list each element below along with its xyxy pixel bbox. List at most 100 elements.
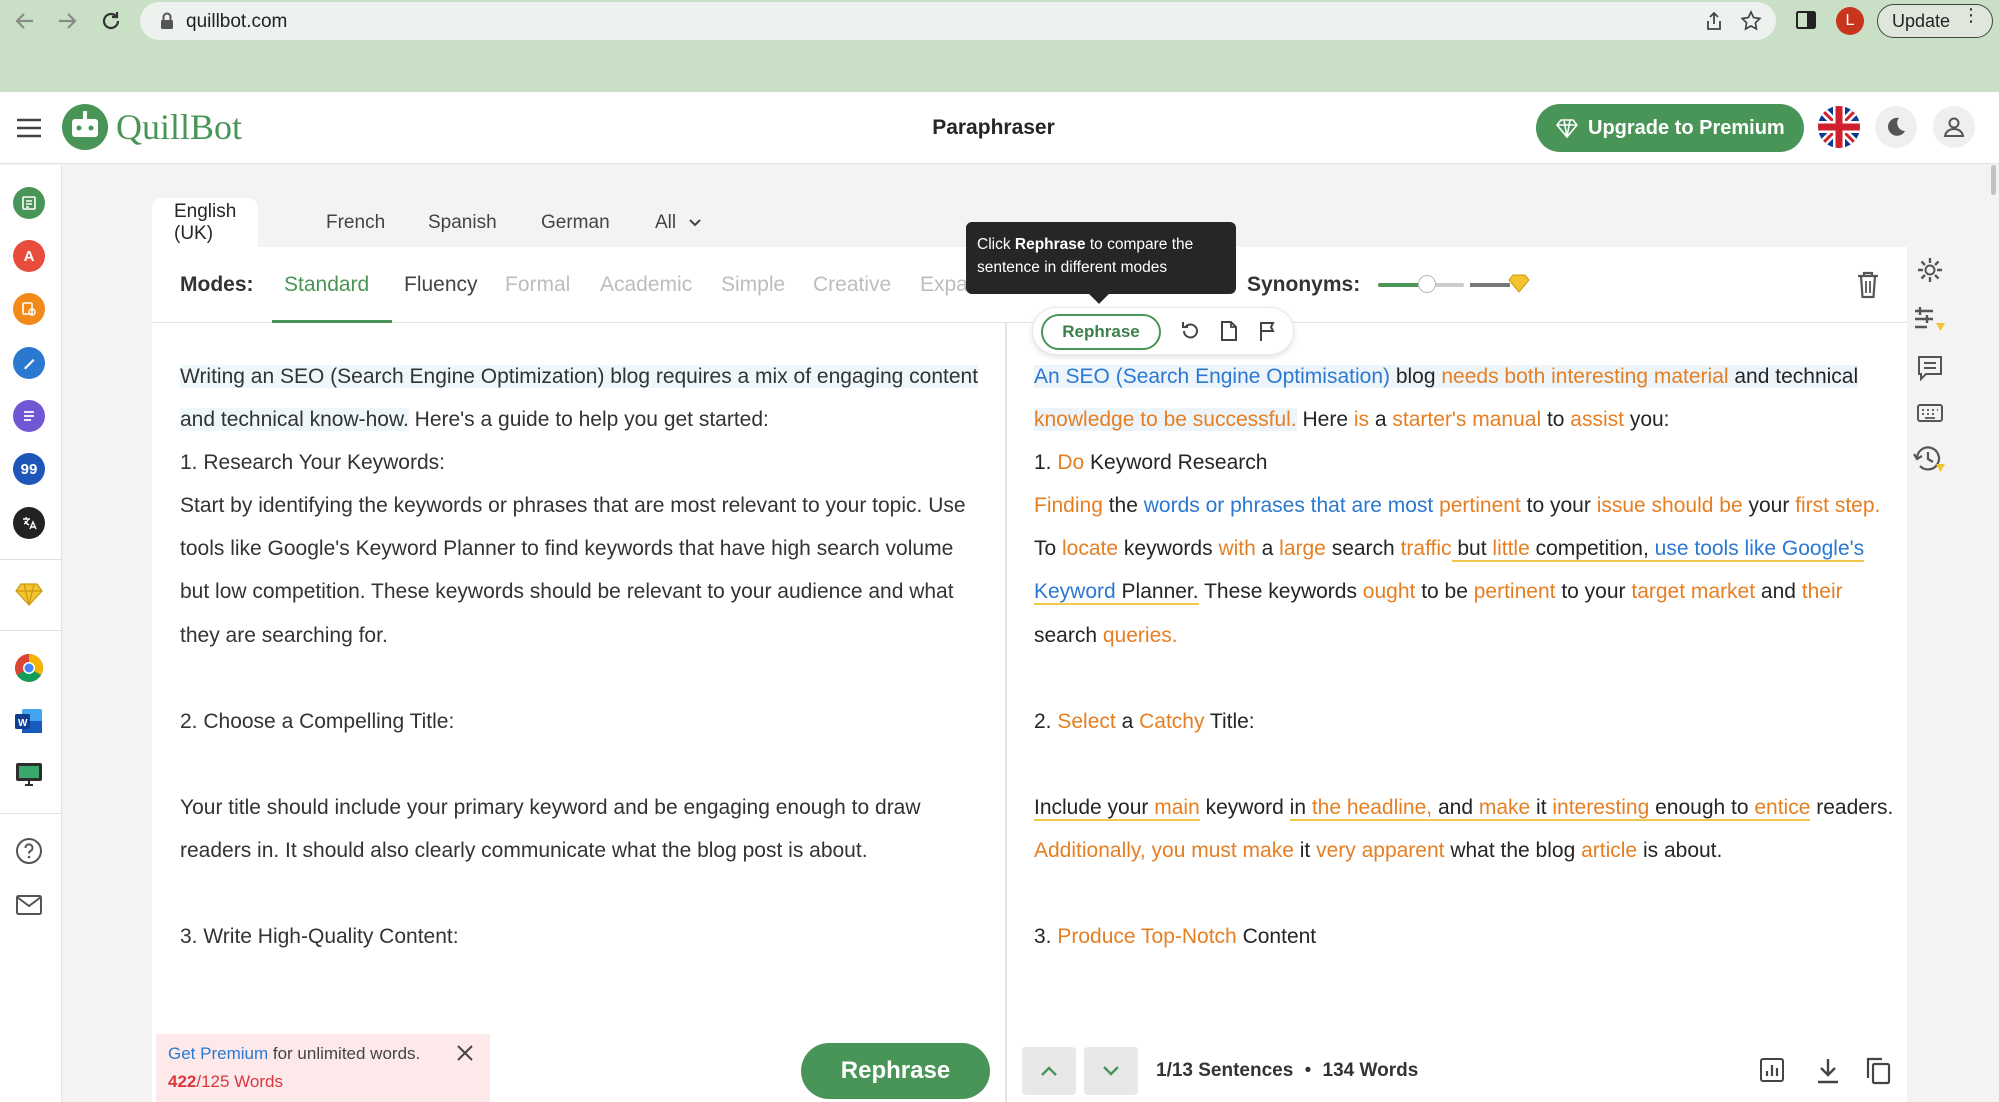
undo-icon[interactable] xyxy=(1179,320,1201,347)
output-changed-word[interactable]: pertinent xyxy=(1439,494,1521,517)
sidebar-icon[interactable] xyxy=(1794,8,1818,37)
paraphraser-icon[interactable] xyxy=(13,187,45,219)
address-bar[interactable]: quillbot.com xyxy=(140,2,1776,40)
sentence-rephrase-button[interactable]: Rephrase xyxy=(1041,314,1161,350)
output-changed-word[interactable]: is xyxy=(1354,408,1369,431)
output-changed-word[interactable]: interesting xyxy=(1552,796,1649,819)
citation-generator-icon[interactable]: 99 xyxy=(13,453,45,485)
chrome-extension-icon[interactable] xyxy=(13,652,45,684)
input-text-area[interactable]: Writing an SEO (Search Engine Optimizati… xyxy=(180,355,980,958)
upgrade-button[interactable]: Upgrade to Premium xyxy=(1536,104,1804,152)
mode-formal[interactable]: Formal xyxy=(505,273,570,297)
moon-icon[interactable] xyxy=(1875,106,1917,148)
close-icon[interactable] xyxy=(456,1044,474,1067)
output-changed-word[interactable]: article xyxy=(1581,839,1637,862)
output-changed-word[interactable]: entice xyxy=(1754,796,1810,819)
share-icon[interactable] xyxy=(1704,11,1724,36)
back-icon[interactable] xyxy=(10,6,40,36)
word-addin-icon[interactable]: W xyxy=(13,705,45,737)
output-changed-word[interactable]: Produce Top-Notch xyxy=(1057,925,1236,948)
star-icon[interactable] xyxy=(1740,10,1762,37)
output-text: Keyword Research xyxy=(1084,451,1268,475)
stats-icon[interactable] xyxy=(1758,1056,1786,1089)
tab-french[interactable]: French xyxy=(326,198,385,248)
tab-all[interactable]: All xyxy=(655,198,702,248)
mode-fluency[interactable]: Fluency xyxy=(404,273,478,297)
output-changed-word[interactable]: the headline, xyxy=(1312,796,1432,819)
mode-simple[interactable]: Simple xyxy=(721,273,785,297)
output-changed-word[interactable]: knowledge to be successful. xyxy=(1034,408,1297,431)
summarizer-icon[interactable] xyxy=(13,400,45,432)
menu-dots-icon[interactable]: ⋮ xyxy=(1962,6,1980,24)
output-changed-word[interactable]: Select xyxy=(1057,710,1115,733)
output-changed-word[interactable]: issue should be xyxy=(1597,494,1743,517)
rephrase-button[interactable]: Rephrase xyxy=(801,1043,990,1099)
premium-diamond-icon[interactable] xyxy=(13,578,45,610)
output-text-area[interactable]: An SEO (Search Engine Optimisation) blog… xyxy=(1034,355,1894,958)
output-changed-word[interactable]: make xyxy=(1479,796,1530,819)
copy-doc-icon[interactable] xyxy=(1219,320,1239,347)
desktop-app-icon[interactable] xyxy=(13,758,45,790)
comments-icon[interactable] xyxy=(1910,348,1950,388)
mode-standard[interactable]: Standard xyxy=(284,273,369,297)
reload-icon[interactable] xyxy=(96,6,126,36)
tab-spanish[interactable]: Spanish xyxy=(428,198,497,248)
output-changed-word[interactable]: Catchy xyxy=(1139,710,1204,733)
output-changed-word[interactable]: traffic xyxy=(1401,537,1452,560)
mode-creative[interactable]: Creative xyxy=(813,273,891,297)
grammar-checker-icon[interactable]: A xyxy=(13,240,45,272)
output-changed-word[interactable]: large xyxy=(1279,537,1326,560)
mail-icon[interactable] xyxy=(13,889,45,921)
scrollbar-thumb[interactable] xyxy=(1991,165,1996,195)
output-changed-word[interactable]: needs both interesting material xyxy=(1441,365,1728,388)
plagiarism-checker-icon[interactable] xyxy=(13,293,45,325)
mode-expand[interactable]: Expa xyxy=(920,273,968,297)
output-changed-word[interactable]: first step. xyxy=(1795,494,1880,517)
mode-academic[interactable]: Academic xyxy=(600,273,692,297)
pane-divider xyxy=(1005,323,1007,1102)
output-structure-change[interactable]: words or phrases that are most xyxy=(1144,494,1433,517)
output-structure-change[interactable]: An SEO (Search Engine Optimisation) xyxy=(1034,365,1390,388)
synonyms-slider-handle[interactable] xyxy=(1418,275,1436,293)
translator-icon[interactable] xyxy=(13,507,45,539)
compare-modes-icon[interactable] xyxy=(1910,300,1950,340)
output-stats: 1/13 Sentences • 134 Words xyxy=(1156,1060,1418,1082)
output-changed-word[interactable]: queries. xyxy=(1103,624,1178,647)
output-changed-word[interactable]: main xyxy=(1154,796,1200,819)
paraphraser-editor: Modes: Standard Fluency Formal Academic … xyxy=(152,247,1907,1102)
output-changed-word[interactable]: Do xyxy=(1057,451,1084,474)
output-changed-word[interactable]: starter's manual xyxy=(1392,408,1541,431)
tab-english-uk[interactable]: English (UK) xyxy=(152,198,259,248)
forward-icon[interactable] xyxy=(52,6,82,36)
output-changed-word[interactable]: pertinent xyxy=(1474,580,1556,603)
output-changed-word[interactable]: assist xyxy=(1570,408,1624,431)
tab-german[interactable]: German xyxy=(541,198,610,248)
output-changed-word[interactable]: their xyxy=(1802,580,1843,603)
output-changed-word[interactable]: with xyxy=(1218,537,1255,560)
update-button[interactable]: Update ⋮ xyxy=(1877,4,1993,38)
output-changed-word[interactable]: ought xyxy=(1363,580,1416,603)
trash-icon[interactable] xyxy=(1856,271,1880,304)
keyboard-icon[interactable] xyxy=(1910,393,1950,433)
output-changed-word[interactable]: little xyxy=(1492,537,1529,560)
get-premium-link[interactable]: Get Premium xyxy=(168,1044,268,1063)
output-changed-word[interactable]: Additionally, you must make xyxy=(1034,839,1294,862)
copy-icon[interactable] xyxy=(1864,1056,1892,1091)
output-changed-word[interactable]: locate xyxy=(1062,537,1118,560)
co-writer-icon[interactable] xyxy=(13,347,45,379)
output-text: To xyxy=(1034,537,1063,561)
gear-icon[interactable] xyxy=(1910,250,1950,290)
profile-avatar[interactable]: L xyxy=(1836,7,1864,35)
flag-uk-icon[interactable] xyxy=(1818,106,1860,148)
flag-icon[interactable] xyxy=(1257,320,1277,347)
user-icon[interactable] xyxy=(1933,106,1975,148)
history-icon[interactable] xyxy=(1910,440,1950,480)
next-sentence-button[interactable] xyxy=(1084,1047,1138,1095)
output-changed-word[interactable]: Finding xyxy=(1034,494,1103,517)
scrollbar[interactable] xyxy=(1988,165,1999,1102)
help-icon[interactable] xyxy=(13,835,45,867)
previous-sentence-button[interactable] xyxy=(1022,1047,1076,1095)
output-changed-word[interactable]: very apparent xyxy=(1316,839,1444,862)
output-changed-word[interactable]: target market xyxy=(1631,580,1755,603)
download-icon[interactable] xyxy=(1815,1056,1841,1091)
